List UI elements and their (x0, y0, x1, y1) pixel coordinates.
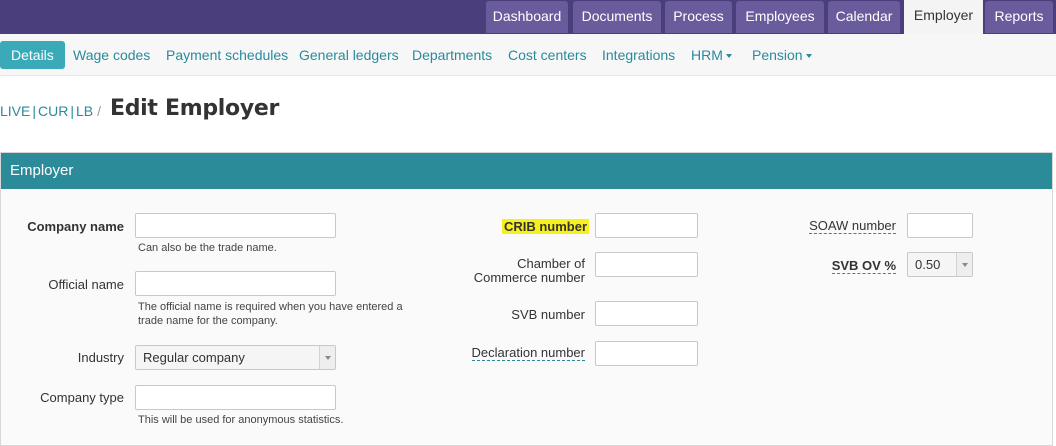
chevron-down-icon (956, 253, 972, 276)
crib-number-input[interactable] (595, 213, 698, 238)
industry-select[interactable]: Regular company (135, 345, 336, 370)
company-name-label: Company name (27, 219, 124, 234)
chamber-label-line2: Commerce number (473, 270, 585, 285)
breadcrumb: LIVE | CUR | LB / (0, 103, 105, 119)
declaration-number-input[interactable] (595, 341, 698, 366)
breadcrumb-lb[interactable]: LB (76, 103, 93, 119)
official-name-help-line1: The official name is required when you h… (138, 301, 403, 313)
chamber-of-commerce-input[interactable] (595, 252, 698, 277)
svb-ov-label[interactable]: SVB OV % (831, 258, 896, 274)
industry-label: Industry (77, 350, 124, 365)
chevron-down-icon (805, 54, 812, 59)
tab-process[interactable]: Process (665, 1, 732, 33)
breadcrumb-separator: / (97, 103, 101, 119)
subnav-cost-centers[interactable]: Cost centers (508, 41, 587, 69)
employer-panel: Employer Company name Can also be the tr… (0, 152, 1053, 446)
declaration-number-label[interactable]: Declaration number (471, 345, 585, 361)
breadcrumb-cur[interactable]: CUR (38, 103, 68, 119)
subnav-pension-dropdown[interactable]: Pension (752, 41, 812, 69)
breadcrumb-live[interactable]: LIVE (0, 103, 30, 119)
tab-dashboard[interactable]: Dashboard (486, 1, 568, 33)
tab-reports[interactable]: Reports (985, 1, 1053, 33)
tab-employer[interactable]: Employer (904, 0, 983, 34)
chevron-down-icon (319, 346, 335, 369)
subnav-pension-label: Pension (752, 47, 803, 63)
chevron-down-icon (725, 54, 732, 59)
company-type-help: This will be used for anonymous statisti… (138, 414, 344, 426)
company-type-label: Company type (40, 390, 124, 405)
official-name-help: The official name is required when you h… (138, 300, 403, 328)
tab-calendar[interactable]: Calendar (828, 1, 900, 33)
svb-number-input[interactable] (595, 301, 698, 326)
official-name-label: Official name (48, 277, 124, 292)
chamber-label-line1: Chamber of (517, 256, 585, 271)
subnav-departments[interactable]: Departments (412, 41, 492, 69)
company-type-input[interactable] (135, 385, 336, 410)
company-name-input[interactable] (135, 213, 336, 238)
chamber-of-commerce-label: Chamber of Commerce number (474, 257, 585, 285)
svb-ov-selected-value: 0.50 (915, 257, 941, 272)
official-name-input[interactable] (135, 271, 336, 296)
svb-ov-select[interactable]: 0.50 (907, 252, 973, 277)
tab-employees[interactable]: Employees (736, 1, 824, 33)
tab-documents[interactable]: Documents (573, 1, 661, 33)
breadcrumb-pipe: | (32, 103, 36, 119)
soaw-number-input[interactable] (907, 213, 973, 238)
subnav-integrations[interactable]: Integrations (602, 41, 675, 69)
breadcrumb-pipe: | (70, 103, 74, 119)
subnav-details[interactable]: Details (0, 41, 65, 69)
subnav-wage-codes[interactable]: Wage codes (73, 41, 150, 69)
top-navigation: Dashboard Documents Process Employees Ca… (0, 0, 1056, 34)
sub-navigation: Details Wage codes Payment schedules Gen… (0, 34, 1056, 76)
subnav-general-ledgers[interactable]: General ledgers (299, 41, 399, 69)
subnav-payment-schedules[interactable]: Payment schedules (166, 41, 288, 69)
industry-selected-value: Regular company (143, 350, 245, 365)
company-name-help: Can also be the trade name. (138, 242, 277, 254)
page-title: Edit Employer (110, 96, 280, 121)
svb-number-label: SVB number (511, 307, 585, 322)
soaw-number-label[interactable]: SOAW number (809, 218, 896, 234)
panel-title: Employer (1, 153, 1052, 189)
crib-number-label: CRIB number (501, 219, 589, 234)
subnav-hrm-dropdown[interactable]: HRM (691, 41, 732, 69)
subnav-hrm-label: HRM (691, 47, 723, 63)
official-name-help-line2: trade name for the company. (138, 315, 278, 327)
